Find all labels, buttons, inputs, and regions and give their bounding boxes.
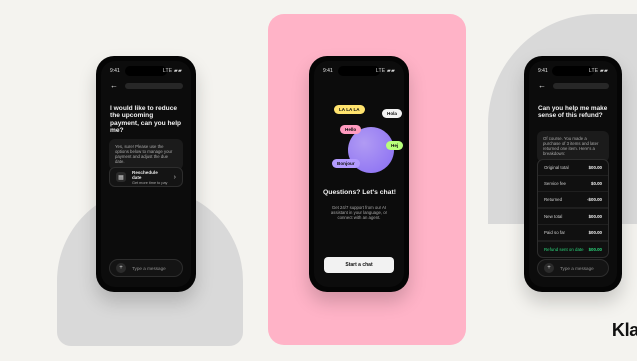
row-label: New total <box>544 214 563 219</box>
row-label: Original total <box>544 165 569 170</box>
back-arrow-icon[interactable]: ← <box>537 81 547 91</box>
breakdown-row: Returned -$00.00 <box>538 192 608 208</box>
row-label: Refund sent on date <box>544 247 584 252</box>
language-tag: Bonjour <box>332 159 360 168</box>
status-time: 9:41 <box>323 68 333 74</box>
language-tag: Hej <box>386 141 404 150</box>
message-input-placeholder: Type a message <box>560 265 594 271</box>
marketing-screenshot: 9:41 LTE ▰▰ ← I would like to reduce the… <box>0 0 637 361</box>
calendar-icon: ▦ <box>116 172 126 182</box>
header-placeholder <box>125 83 183 89</box>
phone-middle-screen: 9:41 LTE ▰▰ LA LA LA Hola Hello Hej Bonj… <box>314 61 404 287</box>
header-placeholder <box>553 83 609 89</box>
breakdown-row-highlight: Refund sent on date $00.00 <box>538 242 608 257</box>
assistant-message-text: Of course. You made a purchase of 3 item… <box>543 136 599 157</box>
breakdown-row: Original total $00.00 <box>538 160 608 176</box>
status-signal: LTE ▰▰ <box>162 68 182 74</box>
status-bar: 9:41 LTE ▰▰ <box>538 66 608 76</box>
reschedule-title: Reschedule date <box>132 169 158 180</box>
assistant-message: Of course. You made a purchase of 3 item… <box>537 131 609 162</box>
row-value: -$00.00 <box>587 197 602 202</box>
chat-header: ← <box>109 81 183 91</box>
refund-breakdown: Original total $00.00 Service fee $0.00 … <box>537 159 609 258</box>
brand-wordmark: Kla <box>611 320 637 340</box>
row-value: $00.00 <box>588 230 602 235</box>
phone-left-screen: 9:41 LTE ▰▰ ← I would like to reduce the… <box>101 61 191 287</box>
row-label: Paid so far <box>544 230 565 235</box>
breakdown-row: New total $00.00 <box>538 209 608 225</box>
language-tag: Hello <box>340 125 362 134</box>
assistant-message-text: Yes, sure! Please use the options below … <box>115 144 173 165</box>
status-signal: LTE ▰▰ <box>588 68 608 74</box>
reschedule-text: Reschedule date Get more time to pay <box>132 170 168 185</box>
help-description-text: Get 24/7 support from our AI assistant i… <box>330 205 388 221</box>
language-tag: Hola <box>382 109 402 118</box>
message-input-placeholder: Type a message <box>132 265 166 271</box>
start-chat-button[interactable]: Start a chat <box>324 257 394 273</box>
row-value: $00.00 <box>588 247 602 252</box>
row-value: $00.00 <box>588 214 602 219</box>
user-message-title: Can you help me make sense of this refun… <box>538 105 608 120</box>
reschedule-option[interactable]: ▦ Reschedule date Get more time to pay › <box>109 167 183 187</box>
plus-icon[interactable]: + <box>116 263 126 273</box>
language-tag: LA LA LA <box>334 105 365 114</box>
assistant-message: Yes, sure! Please use the options below … <box>109 139 183 170</box>
status-signal: LTE ▰▰ <box>375 68 395 74</box>
row-label: Returned <box>544 197 563 202</box>
breakdown-row: Paid so far $00.00 <box>538 225 608 241</box>
chat-header: ← <box>537 81 609 91</box>
reschedule-subtitle: Get more time to pay <box>132 180 168 185</box>
status-time: 9:41 <box>538 68 548 74</box>
help-description: Get 24/7 support from our AI assistant i… <box>328 205 390 220</box>
phone-middle: 9:41 LTE ▰▰ LA LA LA Hola Hello Hej Bonj… <box>309 56 409 292</box>
status-bar: 9:41 LTE ▰▰ <box>110 66 182 76</box>
status-bar: 9:41 LTE ▰▰ <box>323 66 395 76</box>
message-input[interactable]: + Type a message <box>109 259 183 277</box>
row-label: Service fee <box>544 181 566 186</box>
phone-right-screen: 9:41 LTE ▰▰ ← Can you help me make sense… <box>529 61 617 287</box>
row-value: $00.00 <box>588 165 602 170</box>
chevron-right-icon: › <box>173 173 176 181</box>
user-message-title: I would like to reduce the upcoming paym… <box>110 105 182 134</box>
breakdown-row: Service fee $0.00 <box>538 176 608 192</box>
status-time: 9:41 <box>110 68 120 74</box>
row-value: $0.00 <box>591 181 602 186</box>
phone-right: 9:41 LTE ▰▰ ← Can you help me make sense… <box>524 56 622 292</box>
plus-icon[interactable]: + <box>544 263 554 273</box>
help-title: Questions? Let's chat! <box>323 189 396 196</box>
back-arrow-icon[interactable]: ← <box>109 81 119 91</box>
phone-left: 9:41 LTE ▰▰ ← I would like to reduce the… <box>96 56 196 292</box>
message-input[interactable]: + Type a message <box>537 259 609 277</box>
language-illustration: LA LA LA Hola Hello Hej Bonjour <box>326 97 404 183</box>
